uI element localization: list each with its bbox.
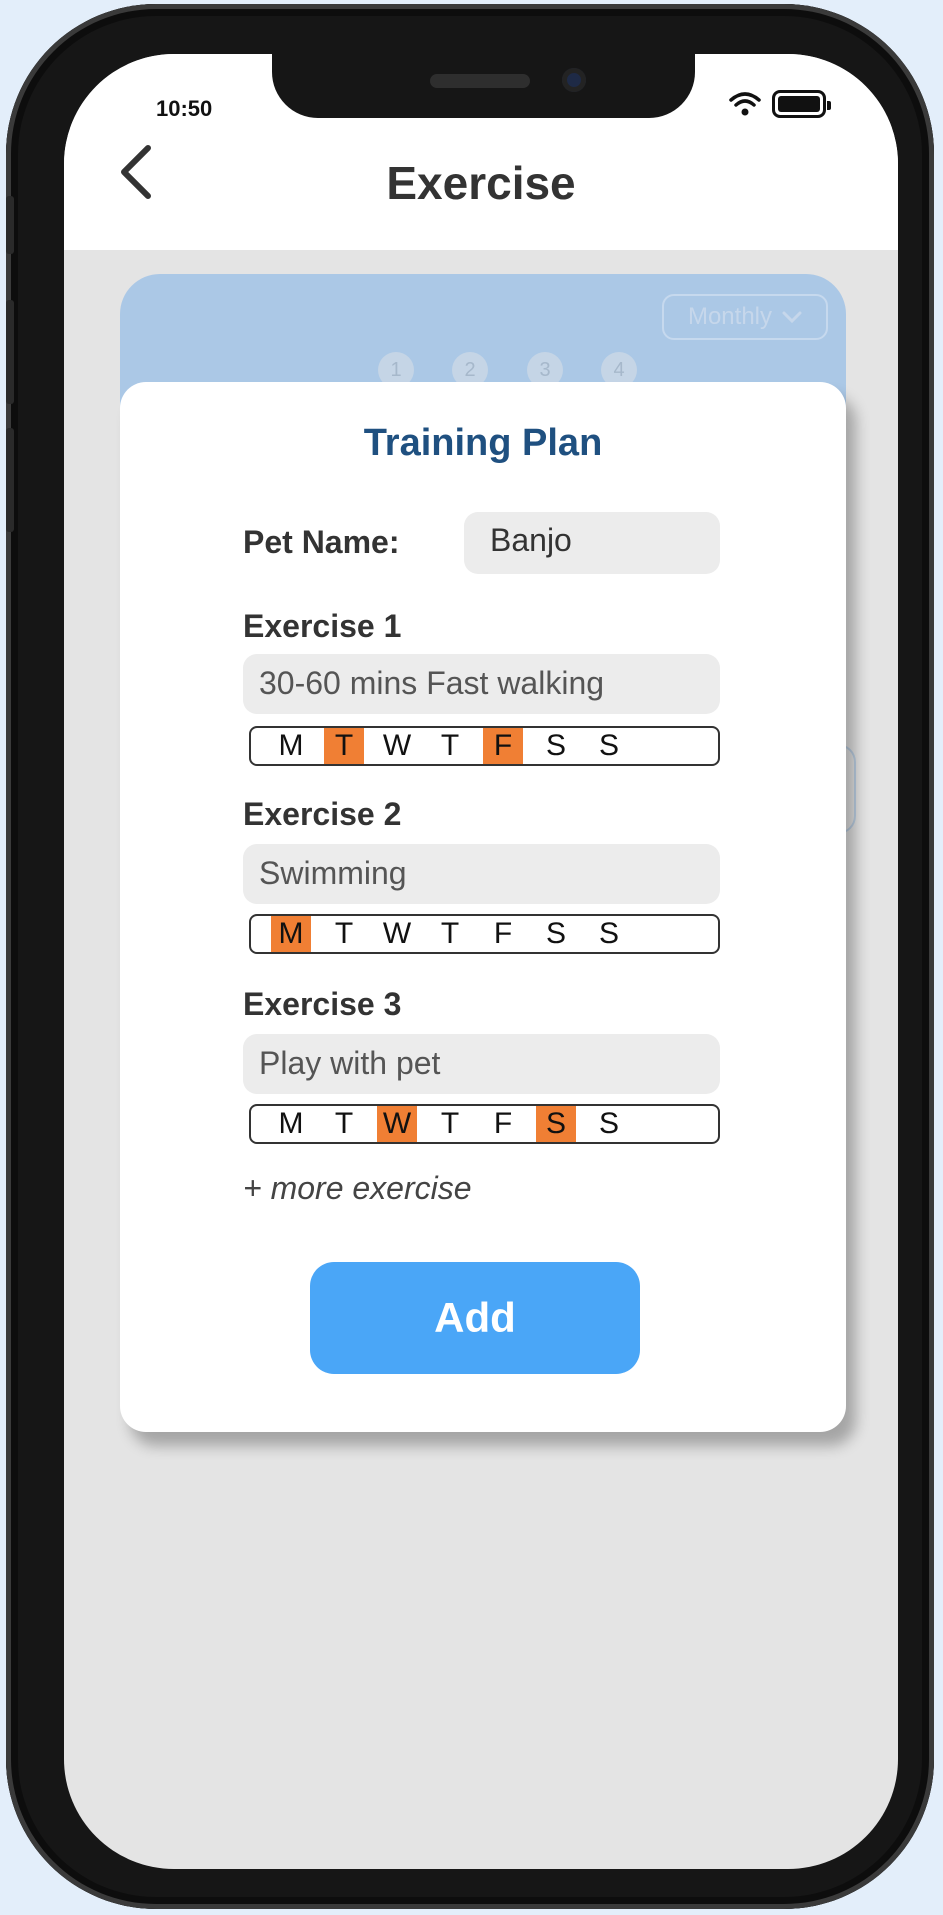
day-toggle-thu[interactable]: T: [430, 916, 470, 952]
exercise-3-label: Exercise 3: [243, 986, 402, 1022]
page-title: Exercise: [386, 157, 576, 209]
day-toggle-tue[interactable]: T: [324, 916, 364, 952]
exercise-3-day-picker: M T W T F S S: [249, 1104, 720, 1144]
chevron-down-icon: [782, 303, 802, 331]
day-toggle-wed[interactable]: W: [377, 1106, 417, 1142]
day-toggle-sun[interactable]: S: [589, 916, 629, 952]
day-toggle-wed[interactable]: W: [377, 916, 417, 952]
phone-notch: [272, 54, 695, 118]
day-toggle-thu[interactable]: T: [430, 728, 470, 764]
speaker-grille: [430, 74, 530, 88]
day-toggle-fri[interactable]: F: [483, 728, 523, 764]
day-toggle-sat[interactable]: S: [536, 728, 576, 764]
battery-icon: [772, 90, 831, 118]
day-toggle-tue[interactable]: T: [324, 1106, 364, 1142]
day-toggle-mon[interactable]: M: [271, 916, 311, 952]
day-toggle-sat[interactable]: S: [536, 1106, 576, 1142]
period-dropdown[interactable]: Monthly: [662, 294, 828, 340]
day-toggle-fri[interactable]: F: [483, 916, 523, 952]
volume-down-button: [6, 428, 14, 532]
status-icons: [728, 90, 831, 118]
pet-name-input[interactable]: Banjo: [464, 512, 720, 574]
mute-switch: [6, 196, 14, 254]
status-time: 10:50: [156, 96, 213, 121]
phone-frame: 10:50 Exercise Monthly 1 2 3 4 Training …: [6, 4, 934, 1909]
exercise-3-input[interactable]: Play with pet: [243, 1034, 720, 1094]
day-toggle-sun[interactable]: S: [589, 1106, 629, 1142]
day-toggle-sat[interactable]: S: [536, 916, 576, 952]
add-button[interactable]: Add: [310, 1262, 640, 1374]
day-toggle-tue[interactable]: T: [324, 728, 364, 764]
exercise-1-label: Exercise 1: [243, 608, 402, 644]
exercise-2-input[interactable]: Swimming: [243, 844, 720, 904]
volume-up-button: [6, 300, 14, 404]
day-toggle-thu[interactable]: T: [430, 1106, 470, 1142]
day-toggle-sun[interactable]: S: [589, 728, 629, 764]
exercise-1-day-picker: M T W T F S S: [249, 726, 720, 766]
app-screen: 10:50 Exercise Monthly 1 2 3 4 Training …: [64, 54, 898, 1869]
day-toggle-fri[interactable]: F: [483, 1106, 523, 1142]
camera-icon: [562, 68, 586, 92]
period-dropdown-label: Monthly: [687, 303, 773, 330]
day-toggle-mon[interactable]: M: [271, 1106, 311, 1142]
exercise-1-input[interactable]: 30-60 mins Fast walking: [243, 654, 720, 714]
day-toggle-mon[interactable]: M: [271, 728, 311, 764]
exercise-2-label: Exercise 2: [243, 796, 402, 832]
modal-title: Training Plan: [363, 422, 603, 464]
more-exercise-link[interactable]: + more exercise: [243, 1170, 472, 1207]
training-plan-modal: Training Plan Pet Name: Banjo Exercise 1…: [120, 382, 846, 1432]
wifi-icon: [728, 91, 762, 117]
pet-name-label: Pet Name:: [243, 524, 400, 560]
exercise-2-day-picker: M T W T F S S: [249, 914, 720, 954]
day-toggle-wed[interactable]: W: [377, 728, 417, 764]
